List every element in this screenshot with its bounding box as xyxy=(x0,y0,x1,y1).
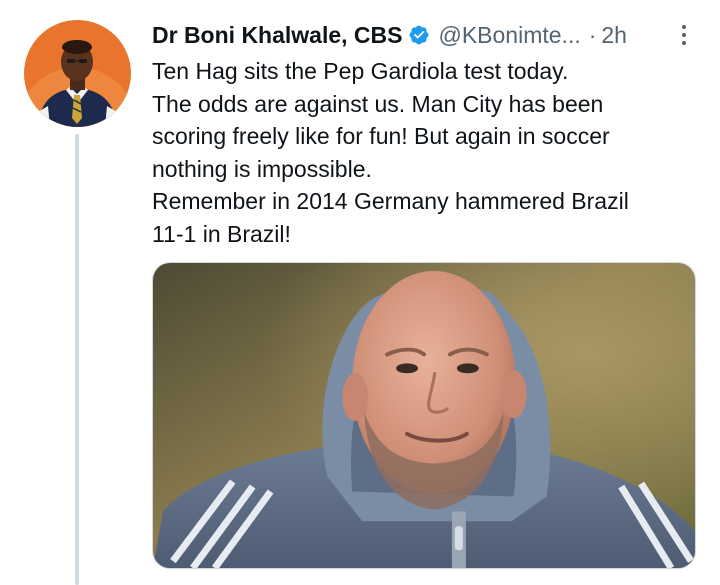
tweet-text: Ten Hag sits the Pep Gardiola test today… xyxy=(152,55,692,250)
tweet-text-line: Ten Hag sits the Pep Gardiola test today… xyxy=(152,58,569,84)
header-separator: · xyxy=(588,21,597,48)
tweet-media-photo[interactable] xyxy=(152,262,696,569)
thread-connector-line xyxy=(75,134,79,585)
tweet-text-line: nothing is impossible. xyxy=(152,155,372,182)
more-vertical-icon[interactable] xyxy=(674,20,694,50)
tweet[interactable]: Dr Boni Khalwale, CBS @KBonimte... · 2h … xyxy=(0,0,720,585)
author-display-name[interactable]: Dr Boni Khalwale, CBS xyxy=(152,22,402,49)
author-handle[interactable]: @KBonimte... xyxy=(438,22,580,49)
tweet-header: Dr Boni Khalwale, CBS @KBonimte... · 2h xyxy=(152,20,682,50)
avatar-photo xyxy=(24,20,131,127)
tweet-text-line: The odds are against us. Man City has be… xyxy=(152,90,604,117)
tweet-text-line: Remember in 2014 Germany hammered Brazil xyxy=(152,188,629,214)
tweet-text-line: 11-1 in Brazil! xyxy=(152,220,291,247)
tweet-text-line: scoring freely like for fun! But again i… xyxy=(152,123,610,149)
tweet-timestamp[interactable]: 2h xyxy=(601,22,627,49)
media-photo-image xyxy=(153,263,695,568)
author-avatar[interactable] xyxy=(24,20,131,127)
verified-badge-icon xyxy=(408,24,430,46)
